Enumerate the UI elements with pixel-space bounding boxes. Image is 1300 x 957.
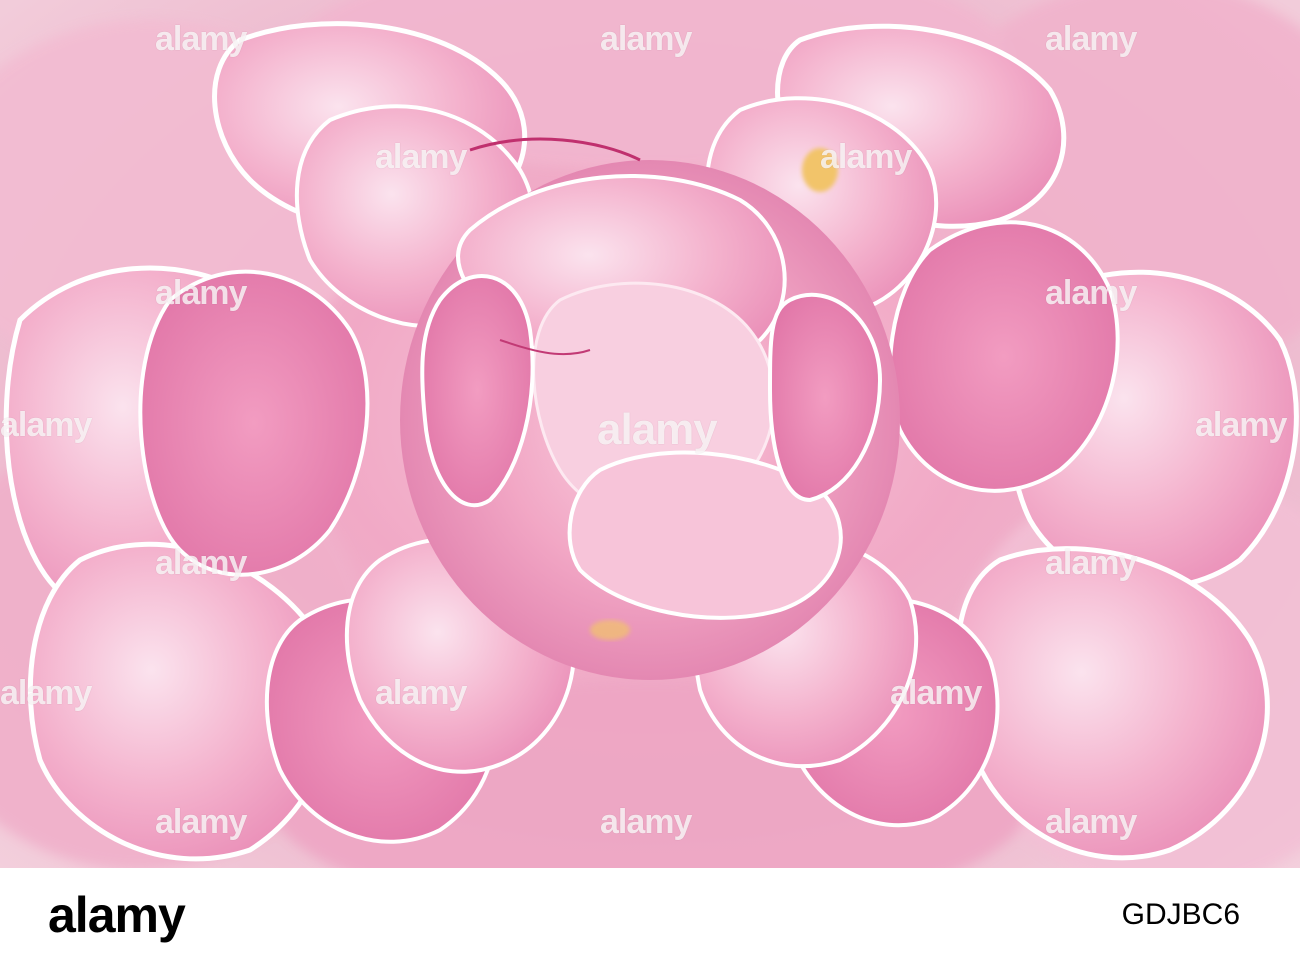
alamy-logo: alamy bbox=[48, 887, 186, 943]
watermark-text: alamy bbox=[375, 138, 467, 176]
watermark-text: alamy bbox=[0, 406, 92, 444]
watermark-text: alamy bbox=[1045, 274, 1137, 312]
watermark-text: alamy bbox=[600, 803, 692, 841]
watermark-text: alamy bbox=[1045, 544, 1137, 582]
stock-footer-bar: alamy GDJBC6 bbox=[0, 868, 1300, 957]
watermark-text: alamy bbox=[155, 803, 247, 841]
peony-photo: alamy alamy alamy alamy alamy alamy alam… bbox=[0, 0, 1300, 868]
watermark-text: alamy bbox=[155, 544, 247, 582]
watermark-text: alamy bbox=[1045, 20, 1137, 58]
watermark-text: alamy bbox=[0, 674, 92, 712]
watermark-text: alamy bbox=[375, 674, 467, 712]
watermark-text: alamy bbox=[820, 138, 912, 176]
image-id-label: GDJBC6 bbox=[1121, 898, 1240, 931]
watermark-text: alamy bbox=[890, 674, 982, 712]
watermark-text: alamy bbox=[155, 20, 247, 58]
watermark-text: alamy bbox=[1045, 803, 1137, 841]
watermark-text: alamy bbox=[155, 274, 247, 312]
watermark-text: alamy bbox=[597, 405, 718, 454]
watermark-text: alamy bbox=[600, 20, 692, 58]
watermark-text: alamy bbox=[1195, 406, 1287, 444]
